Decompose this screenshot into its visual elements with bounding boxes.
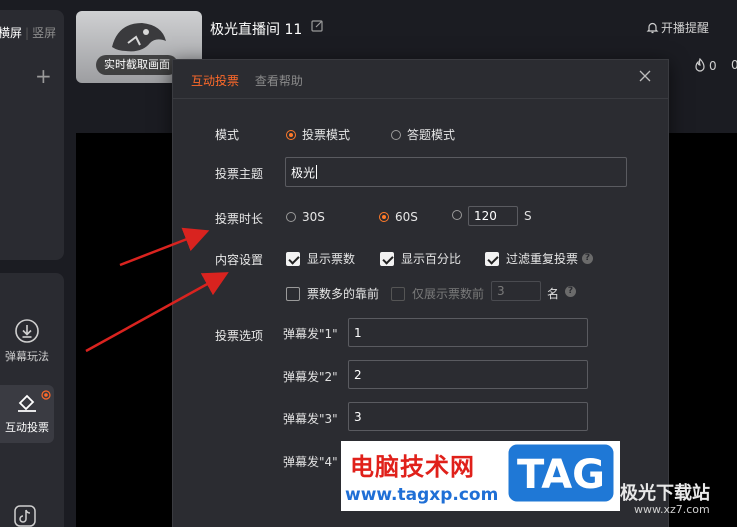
option-key-3: 弹幕发"3" — [283, 412, 338, 426]
watermark-site-name: 极光下载站 — [620, 483, 710, 504]
bell-icon — [646, 22, 659, 34]
radio-dot — [379, 212, 389, 222]
option-input-3[interactable]: 3 — [348, 402, 588, 431]
watermark-url: www.tagxp.com — [345, 485, 499, 505]
check-sort-by-votes[interactable]: 票数多的靠前 — [286, 285, 379, 302]
watermark-site-url: www.xz7.com — [634, 503, 710, 516]
option-key-1: 弹幕发"1" — [283, 327, 338, 341]
check-filter-duplicates[interactable]: 过滤重复投票? — [485, 250, 594, 267]
radio-60s[interactable]: 60S — [379, 210, 418, 224]
radio-dot — [286, 129, 296, 140]
download-icon — [0, 318, 54, 348]
dialog-divider — [173, 98, 668, 99]
top-n-input[interactable]: 3 — [491, 281, 541, 301]
option-input-2[interactable]: 2 — [348, 360, 588, 389]
content-settings-label: 内容设置 — [215, 253, 264, 267]
tool-label: 互动投票 — [5, 421, 49, 434]
checkbox — [391, 286, 405, 301]
active-badge-icon — [41, 389, 51, 403]
custom-duration-input[interactable]: 120 — [468, 206, 518, 226]
checkbox — [286, 286, 300, 301]
tag-logo-icon: TAG — [505, 441, 617, 505]
hot-counter: 0 — [694, 57, 717, 73]
second-counter: 0 — [731, 58, 737, 72]
check-label: 显示百分比 — [401, 252, 462, 266]
live-remind-button[interactable]: 开播提醒 — [646, 19, 709, 36]
tool-label: 弹幕玩法 — [5, 350, 49, 363]
edit-icon[interactable] — [311, 19, 324, 35]
tool-danmu-play[interactable]: 弹幕玩法 — [0, 318, 54, 364]
option-key-4: 弹幕发"4" — [283, 455, 338, 469]
dialog-tabs: 互动投票 查看帮助 — [191, 72, 303, 89]
radio-label: 60S — [395, 210, 418, 224]
douyin-icon[interactable] — [14, 505, 36, 527]
option-input-1[interactable]: 1 — [348, 318, 588, 347]
top-n-unit: 名 — [547, 287, 560, 301]
topic-value: 极光 — [291, 165, 316, 180]
check-label: 仅展示票数前 — [412, 287, 485, 301]
room-title: 极光直播间 11 — [210, 22, 303, 38]
flame-icon — [695, 57, 705, 72]
option-key-2: 弹幕发"2" — [283, 370, 338, 384]
option-value: 3 — [354, 409, 362, 424]
radio-dot — [391, 129, 401, 140]
tab-view-help[interactable]: 查看帮助 — [255, 74, 303, 88]
check-show-votes[interactable]: 显示票数 — [286, 250, 355, 267]
option-value: 1 — [354, 325, 362, 340]
tab-separator: | — [25, 26, 30, 40]
duration-label: 投票时长 — [215, 212, 264, 226]
hot-count: 0 — [709, 59, 717, 73]
orientation-tabs: 横屏 | 竖屏 — [0, 24, 56, 41]
close-icon[interactable] — [639, 70, 651, 85]
radio-vote-mode[interactable]: 投票模式 — [286, 126, 350, 143]
radio-label: 30S — [302, 210, 325, 224]
remind-label: 开播提醒 — [661, 21, 710, 35]
help-icon[interactable]: ? — [582, 253, 594, 264]
scene-panel: 横屏 | 竖屏 + — [0, 10, 64, 260]
tab-interactive-vote[interactable]: 互动投票 — [191, 74, 239, 88]
tab-portrait[interactable]: 竖屏 — [32, 24, 56, 41]
check-label: 过滤重复投票 — [506, 252, 579, 266]
checkbox — [485, 251, 499, 266]
capture-frame-button[interactable]: 实时截取画面 — [96, 55, 178, 75]
check-show-top-n[interactable]: 仅展示票数前 — [391, 285, 484, 302]
tab-landscape[interactable]: 横屏 — [0, 24, 22, 41]
radio-label: 答题模式 — [407, 128, 456, 142]
checkbox — [380, 251, 394, 266]
radio-quiz-mode[interactable]: 答题模式 — [391, 126, 455, 143]
radio-label: 投票模式 — [302, 128, 351, 142]
topic-input[interactable]: 极光 — [285, 157, 627, 187]
watermark-cn-text: 电脑技术网 — [350, 453, 475, 481]
top-n-help[interactable]: ? — [561, 286, 576, 297]
duration-unit: S — [524, 209, 532, 223]
custom-duration-value: 120 — [474, 209, 497, 223]
help-icon: ? — [565, 286, 576, 297]
checkbox — [286, 251, 300, 266]
radio-dot — [286, 212, 296, 222]
tag-logo-text: TAG — [517, 452, 605, 498]
check-label: 票数多的靠前 — [307, 287, 380, 301]
radio-30s[interactable]: 30S — [286, 210, 325, 224]
plus-icon[interactable]: + — [35, 66, 52, 86]
vote-options-label: 投票选项 — [215, 329, 264, 343]
radio-custom-duration[interactable] — [452, 210, 468, 220]
topic-label: 投票主题 — [215, 167, 264, 181]
text-cursor — [316, 165, 318, 179]
top-n-value: 3 — [497, 284, 505, 298]
mode-label: 模式 — [215, 128, 240, 142]
logo-icon — [106, 17, 172, 60]
radio-dot — [452, 210, 462, 220]
option-value: 2 — [354, 367, 362, 382]
check-show-percent[interactable]: 显示百分比 — [380, 250, 461, 267]
check-label: 显示票数 — [307, 252, 356, 266]
